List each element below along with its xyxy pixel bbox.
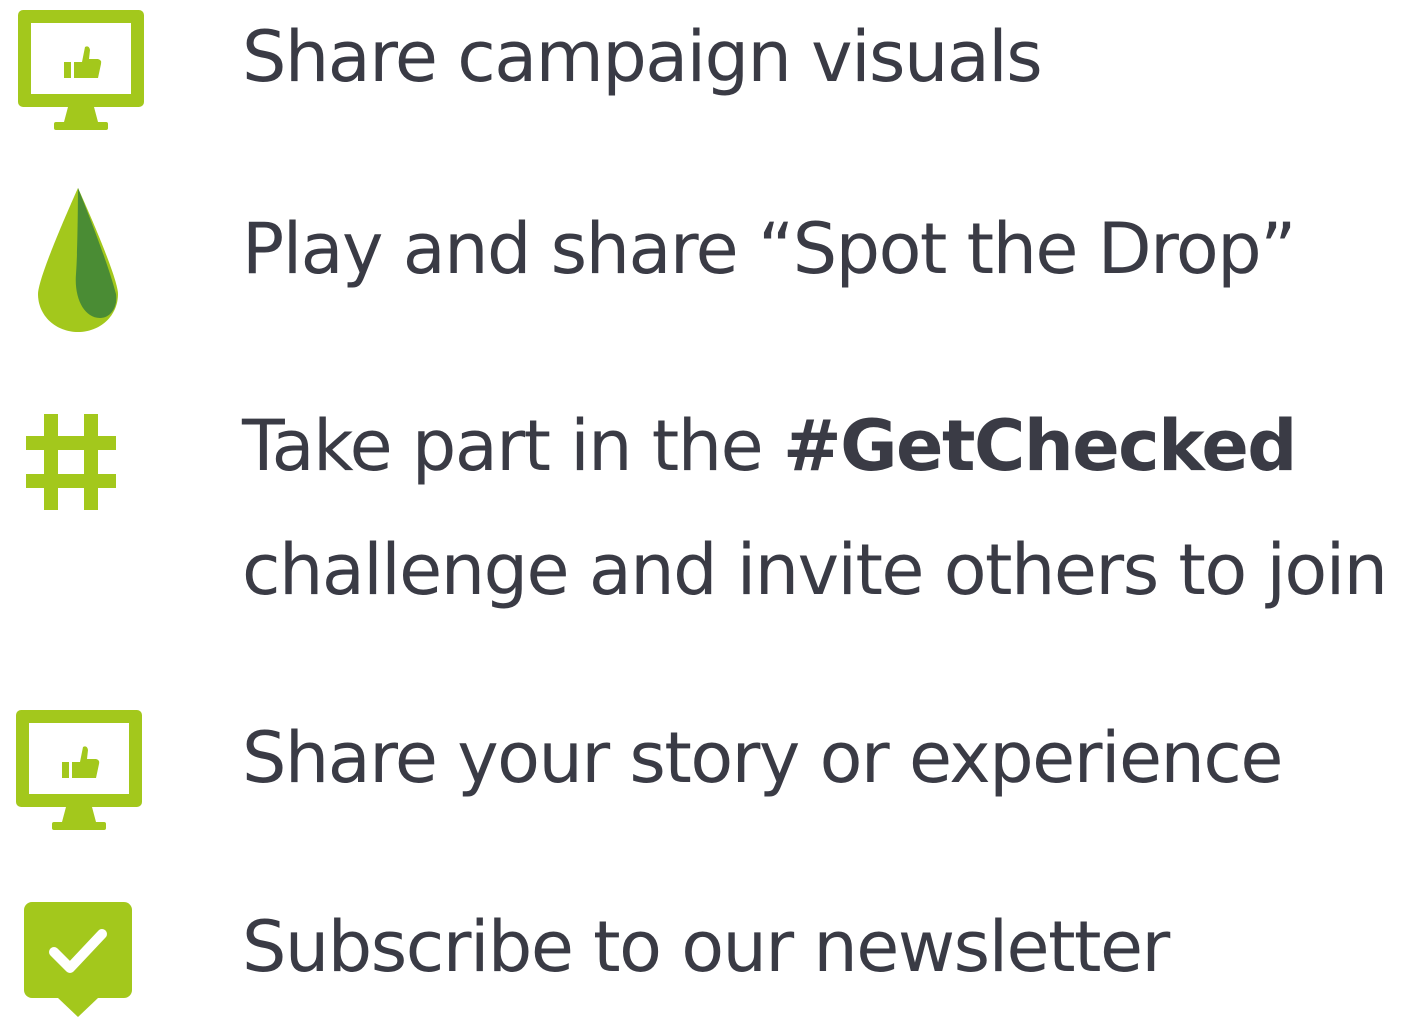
item-text: Subscribe to our newsletter xyxy=(242,906,1170,988)
checkmark-badge-icon xyxy=(24,902,132,1017)
item-text-line1: Take part in the #GetChecked xyxy=(242,384,1297,508)
item-text: Share campaign visuals xyxy=(242,16,1043,98)
item-text-line2: challenge and invite others to join xyxy=(242,529,1388,611)
monitor-thumbs-up-icon xyxy=(16,710,142,830)
item-text-plain: Take part in the xyxy=(242,405,783,487)
monitor-thumbs-up-icon xyxy=(18,10,144,130)
hashtag-icon xyxy=(26,414,116,510)
item-text: Share your story or experience xyxy=(242,717,1283,799)
drop-icon xyxy=(38,188,118,332)
item-text: Play and share “Spot the Drop” xyxy=(242,208,1296,290)
hashtag-getchecked-link[interactable]: #GetChecked xyxy=(783,405,1297,487)
